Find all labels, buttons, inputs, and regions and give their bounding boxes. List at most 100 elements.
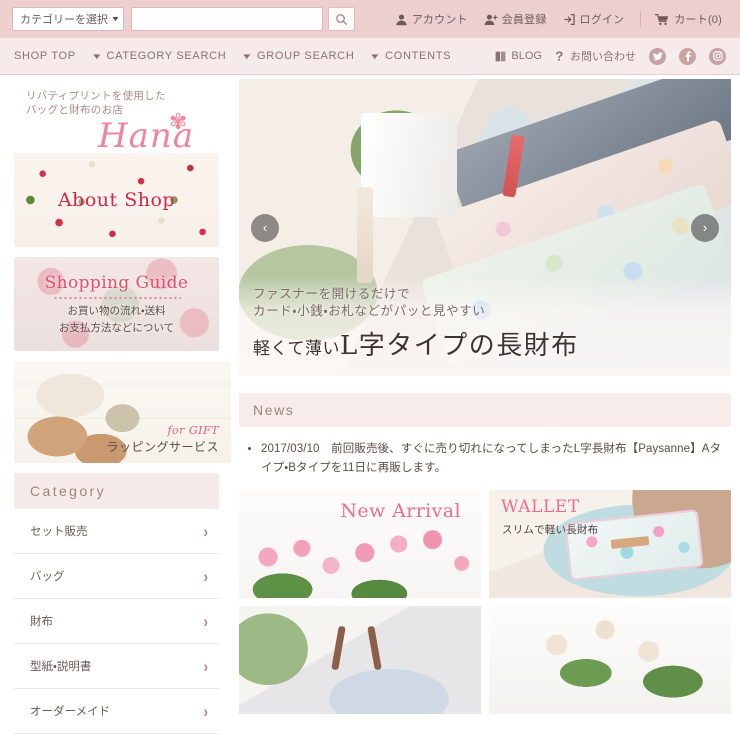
- category-item-set-sale[interactable]: セット販売 ›: [14, 509, 219, 554]
- hero-tassel-cream: [357, 187, 373, 283]
- svg-text:?: ?: [555, 49, 563, 63]
- book-icon: [496, 51, 506, 61]
- top-utility-bar: カテゴリーを選択 ▼ アカウント 会員登録 ログイン カート(0): [0, 0, 740, 38]
- category-item-patterns[interactable]: 型紙・説明書 ›: [14, 644, 219, 689]
- chevron-down-icon: ▼: [110, 15, 121, 23]
- hero-caption-sub1: ファスナーを開けるだけで: [253, 287, 411, 301]
- cart-link-label: カート(0): [674, 14, 722, 26]
- category-heading: Category: [14, 473, 219, 509]
- logo-tagline-line1: リバティプリントを使用した: [26, 90, 166, 102]
- category-select[interactable]: カテゴリーを選択 ▼: [12, 7, 124, 31]
- banner-shopping-guide[interactable]: Shopping Guide お買い物の流れ・送料 お支払方法などについて: [14, 257, 219, 351]
- search-input[interactable]: [131, 7, 323, 31]
- chevron-right-icon: ›: [203, 656, 208, 676]
- banner-shopping-guide-sub1: お買い物の流れ・送料: [67, 304, 166, 317]
- search-button[interactable]: [328, 7, 355, 31]
- chevron-down-icon: ▼: [369, 51, 383, 61]
- banner-wallet[interactable]: WALLET スリムで軽い長財布: [489, 490, 731, 598]
- category-item-wallets[interactable]: 財布 ›: [14, 599, 219, 644]
- nav-item-shop-top[interactable]: SHOP TOP: [14, 50, 76, 62]
- register-link[interactable]: 会員登録: [484, 11, 547, 27]
- banner-about-shop[interactable]: About Shop: [14, 153, 219, 247]
- nav-item-label: GROUP SEARCH: [257, 50, 355, 62]
- chevron-right-icon: ›: [702, 220, 708, 235]
- banner-bag[interactable]: [239, 606, 481, 714]
- banner-shopping-guide-sub2: お支払方法などについて: [58, 321, 175, 334]
- nav-right-group: BLOG ? お問い合わせ: [494, 47, 726, 65]
- news-item[interactable]: 2017/03/10 前回販売後、すぐに売り切れになってしまったL字長財布【Pa…: [261, 440, 731, 478]
- contact-link-label: お問い合わせ: [570, 51, 636, 63]
- cart-link[interactable]: カート(0): [640, 11, 722, 27]
- product-banner-grid: New Arrival WALLET スリムで軽い長財布: [239, 490, 731, 714]
- hero-planter: [361, 113, 457, 217]
- nav-item-label: SHOP TOP: [14, 50, 76, 62]
- chevron-right-icon: ›: [203, 566, 208, 586]
- banner-wallet-sub: スリムで軽い長財布: [502, 524, 599, 536]
- bag-strap-left: [331, 625, 346, 671]
- news-heading: News: [239, 393, 731, 427]
- banner-gift-label: ラッピングサービス: [106, 440, 219, 454]
- hero-caption-main-text: L字タイプの長財布: [340, 331, 579, 361]
- question-icon: ?: [555, 49, 563, 63]
- chevron-right-icon: ›: [203, 521, 208, 541]
- account-icon: [396, 13, 407, 25]
- login-link[interactable]: ログイン: [563, 11, 625, 27]
- facebook-icon[interactable]: [679, 47, 696, 65]
- contact-link[interactable]: ? お問い合わせ: [555, 48, 636, 64]
- banner-new-arrival-title: New Arrival: [340, 500, 461, 522]
- category-item-label: セット販売: [30, 526, 88, 538]
- banner-wallet-title: WALLET: [501, 497, 580, 517]
- chevron-left-icon: ‹: [262, 220, 268, 235]
- news-list: 2017/03/10 前回販売後、すぐに売り切れになってしまったL字長財布【Pa…: [239, 440, 731, 478]
- nav-item-category-search[interactable]: ▼ CATEGORY SEARCH: [90, 50, 227, 62]
- hero-caption-main-small: 軽くて薄い: [253, 339, 340, 359]
- carousel-prev-button[interactable]: ‹: [251, 213, 279, 242]
- hero-carousel: ‹ › ファスナーを開けるだけで カード・小銭・お札などがパッと見やすい 軽くて…: [239, 79, 731, 376]
- login-icon: [563, 13, 575, 25]
- category-item-label: オーダーメイド: [30, 706, 111, 718]
- account-link[interactable]: アカウント: [395, 11, 468, 27]
- cart-icon: [655, 13, 669, 25]
- carousel-next-button[interactable]: ›: [691, 213, 719, 242]
- logo-name-wrap: Hana ✾: [26, 111, 219, 154]
- account-link-label: アカウント: [411, 14, 468, 26]
- nav-item-group-search[interactable]: ▼ GROUP SEARCH: [241, 50, 355, 62]
- hero-caption: ファスナーを開けるだけで カード・小銭・お札などがパッと見やすい 軽くて薄いL字…: [239, 276, 731, 376]
- sidebar: リバティプリントを使用した バッグと財布のお店 Hana ✾ About Sho…: [14, 75, 219, 734]
- chevron-right-icon: ›: [203, 701, 208, 721]
- chevron-down-icon: ▼: [90, 51, 104, 61]
- banner-roses[interactable]: [489, 606, 731, 714]
- category-item-order-made[interactable]: オーダーメイド ›: [14, 689, 219, 734]
- instagram-icon[interactable]: [709, 47, 726, 65]
- nav-item-label: CONTENTS: [385, 50, 452, 62]
- banner-gift-wrapping[interactable]: for GIFT ラッピングサービス: [14, 361, 231, 463]
- flower-icon: ✾: [169, 109, 188, 134]
- banner-new-arrival[interactable]: New Arrival: [239, 490, 481, 598]
- blog-link-label: BLOG: [511, 50, 542, 62]
- hero-caption-main: 軽くて薄いL字タイプの長財布: [253, 325, 731, 362]
- page-body: リバティプリントを使用した バッグと財布のお店 Hana ✾ About Sho…: [0, 75, 740, 734]
- nav-item-label: CATEGORY SEARCH: [106, 50, 227, 62]
- category-item-label: バッグ: [30, 571, 65, 583]
- category-item-label: 財布: [30, 616, 53, 628]
- category-item-bags[interactable]: バッグ ›: [14, 554, 219, 599]
- register-link-label: 会員登録: [501, 14, 547, 26]
- login-link-label: ログイン: [579, 14, 625, 26]
- hero-caption-sub2: カード・小銭・お札などがパッと見やすい: [253, 304, 486, 318]
- divider-dots: [52, 295, 181, 300]
- nav-item-contents[interactable]: ▼ CONTENTS: [369, 50, 452, 62]
- site-logo[interactable]: リバティプリントを使用した バッグと財布のお店 Hana ✾: [14, 75, 219, 153]
- main-navigation: SHOP TOP ▼ CATEGORY SEARCH ▼ GROUP SEARC…: [0, 38, 740, 75]
- blog-link[interactable]: BLOG: [494, 50, 542, 63]
- user-add-icon: [484, 14, 498, 25]
- bag-strap-right: [367, 625, 382, 671]
- chevron-down-icon: ▼: [241, 51, 255, 61]
- search-icon: [336, 13, 347, 25]
- banner-gift-kicker: for GIFT: [167, 424, 219, 437]
- twitter-icon[interactable]: [649, 47, 666, 65]
- banner-about-shop-title: About Shop: [57, 189, 176, 211]
- category-select-value: カテゴリーを選択: [20, 14, 108, 26]
- chevron-right-icon: ›: [203, 611, 208, 631]
- account-links: アカウント 会員登録 ログイン カート(0): [395, 11, 728, 27]
- category-item-label: 型紙・説明書: [30, 661, 92, 673]
